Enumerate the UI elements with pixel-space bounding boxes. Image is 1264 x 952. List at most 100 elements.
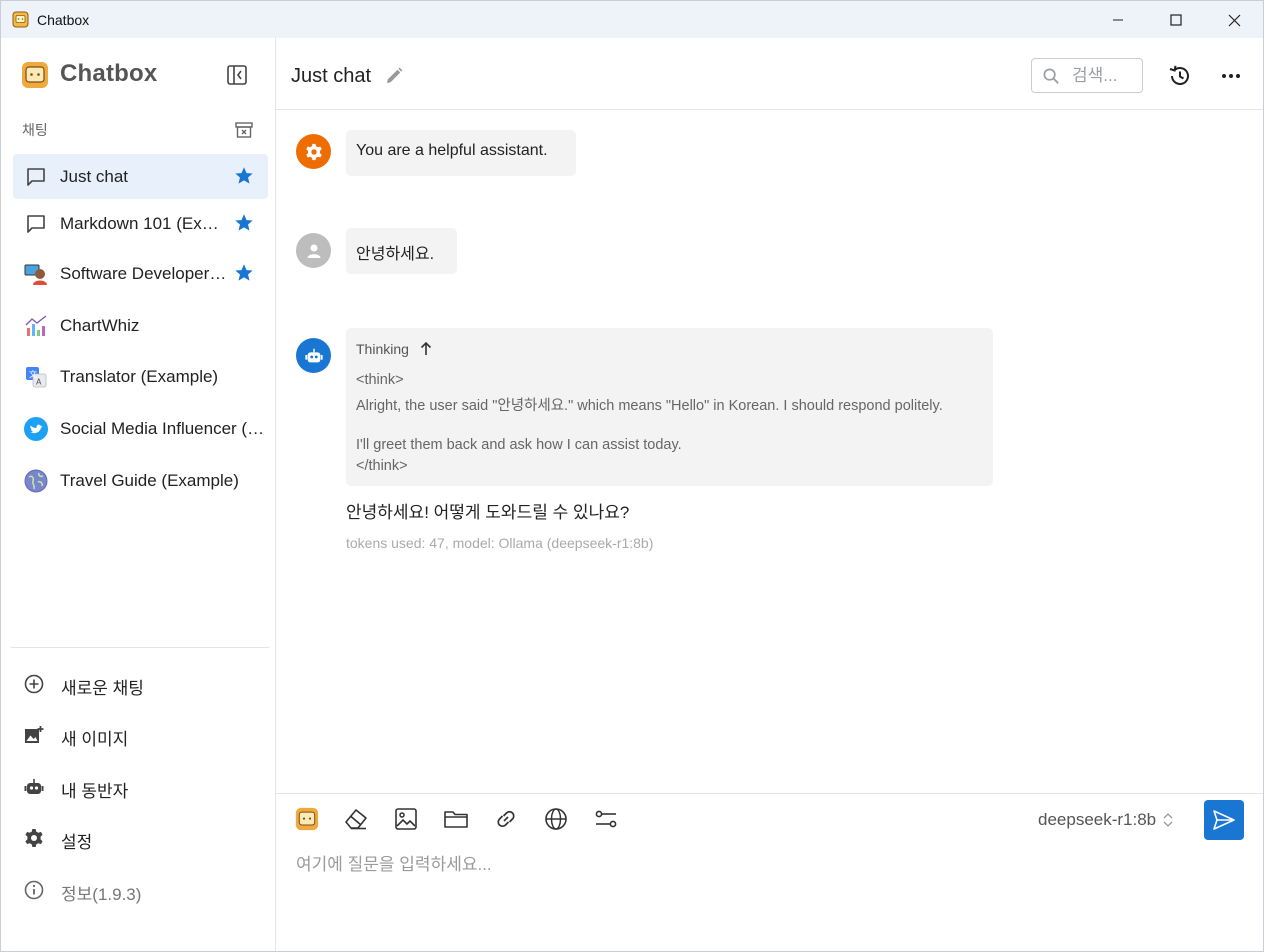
- composer: deepseek-r1:8b: [276, 793, 1263, 951]
- my-copilots-button[interactable]: 내 동반자: [13, 765, 268, 809]
- robot-icon: [24, 779, 44, 794]
- star-icon[interactable]: [233, 262, 255, 284]
- archive-clear-icon: [235, 122, 253, 138]
- gear-icon: [305, 143, 322, 160]
- settings-sliders-icon: [595, 810, 617, 828]
- chat-bubble-icon: [23, 211, 49, 237]
- add-image-icon: [25, 726, 44, 743]
- chatbox-icon: [295, 807, 319, 831]
- minimize-button[interactable]: [1089, 1, 1147, 39]
- maximize-button[interactable]: [1147, 1, 1205, 39]
- folder-icon: [444, 811, 468, 828]
- unfold-icon[interactable]: [1162, 810, 1174, 830]
- arrow-up-icon[interactable]: [418, 340, 434, 358]
- person-icon: [307, 244, 320, 258]
- link-icon: [497, 810, 515, 828]
- search-input[interactable]: [1072, 63, 1138, 88]
- sidebar-item-travel-guide[interactable]: Travel Guide (Example): [13, 458, 268, 503]
- sidebar-item-label: ChartWhiz: [60, 316, 140, 335]
- globe-avatar-icon: [23, 468, 49, 494]
- menu-label: 정보(1.9.3): [61, 885, 142, 904]
- chats-section-label: 채팅: [22, 122, 48, 138]
- clear-context-button[interactable]: [343, 806, 369, 832]
- globe-icon: [545, 808, 567, 830]
- chat-bubble-icon: [23, 164, 49, 190]
- user-message: 안녕하세요.: [346, 228, 457, 274]
- minimize-icon: [1113, 19, 1123, 21]
- maximize-icon: [1170, 14, 1182, 26]
- sidebar-item-just-chat[interactable]: Just chat: [13, 154, 268, 199]
- new-chat-button[interactable]: 새로운 채팅: [13, 662, 268, 706]
- thinking-panel: Thinking <think> Alright, the user said …: [346, 328, 993, 486]
- system-avatar: [296, 134, 331, 169]
- sidebar-item-markdown-101[interactable]: Markdown 101 (Example): [13, 201, 268, 246]
- close-icon: [1228, 14, 1240, 26]
- message-text: 안녕하세요.: [356, 246, 435, 263]
- more-horizontal-icon: [1222, 74, 1240, 78]
- assistant-message-text: 안녕하세요! 어떻게 도와드릴 수 있나요?: [346, 503, 630, 522]
- chatbox-tool-button[interactable]: [294, 806, 320, 832]
- history-icon: [1169, 65, 1189, 85]
- search-icon: [1043, 68, 1059, 84]
- star-icon[interactable]: [233, 212, 255, 234]
- sidebar-item-label: Just chat: [60, 167, 129, 186]
- message-input[interactable]: [296, 850, 1236, 940]
- sidebar-item-software-developer[interactable]: Software Developer (Example): [13, 251, 268, 296]
- chat-title: Just chat: [291, 65, 372, 87]
- chatbox-app-icon: [12, 11, 29, 28]
- chat-settings-button[interactable]: [593, 806, 619, 832]
- eraser-icon: [345, 809, 367, 830]
- image-icon: [395, 808, 417, 830]
- menu-label: 새로운 채팅: [61, 679, 144, 698]
- sidebar-divider: [11, 647, 269, 648]
- model-selector[interactable]: deepseek-r1:8b: [1038, 810, 1156, 830]
- info-icon: [24, 880, 44, 900]
- gear-icon: [25, 829, 43, 847]
- attach-link-button[interactable]: [493, 806, 519, 832]
- web-search-button[interactable]: [543, 806, 569, 832]
- archive-button[interactable]: [233, 119, 255, 141]
- sidebar-item-social-media-influencer[interactable]: Social Media Influencer (Example): [13, 406, 268, 451]
- sidebar-item-label: Software Developer (Example): [60, 264, 228, 283]
- history-button[interactable]: [1166, 62, 1194, 90]
- menu-label: 내 동반자: [61, 782, 129, 801]
- chat-header: Just chat: [276, 38, 1263, 110]
- message-text: You are a helpful assistant.: [356, 142, 548, 159]
- settings-button[interactable]: 설정: [13, 816, 268, 860]
- thinking-toggle-label[interactable]: Thinking: [356, 341, 409, 357]
- add-circle-icon: [24, 674, 44, 694]
- thinking-line: <think>: [356, 372, 404, 388]
- developer-avatar-icon: [23, 261, 49, 287]
- search-box[interactable]: [1031, 58, 1143, 93]
- assistant-avatar: [296, 338, 331, 373]
- attach-image-button[interactable]: [393, 806, 419, 832]
- thinking-line: I'll greet them back and ask how I can a…: [356, 437, 682, 453]
- sidebar-item-label: Markdown 101 (Example): [60, 214, 228, 233]
- star-icon[interactable]: [233, 165, 255, 187]
- sidebar-item-label: Travel Guide (Example): [60, 471, 239, 490]
- edit-pencil-icon[interactable]: [384, 66, 404, 86]
- attach-file-button[interactable]: [443, 806, 469, 832]
- menu-label: 설정: [61, 833, 93, 852]
- translate-avatar-icon: 文 A: [23, 364, 49, 390]
- send-button[interactable]: [1204, 800, 1244, 840]
- thinking-line: </think>: [356, 458, 408, 474]
- close-button[interactable]: [1205, 1, 1263, 39]
- new-image-button[interactable]: 새 이미지: [13, 713, 268, 757]
- sidebar-item-translator[interactable]: 文 A Translator (Example): [13, 354, 268, 399]
- menu-label: 새 이미지: [61, 730, 129, 749]
- about-button[interactable]: 정보(1.9.3): [13, 868, 268, 912]
- title-bar: Chatbox: [0, 0, 1264, 38]
- collapse-sidebar-button[interactable]: [225, 63, 249, 87]
- svg-text:A: A: [36, 378, 42, 387]
- sidebar-item-chartwhiz[interactable]: ChartWhiz: [13, 303, 268, 348]
- user-avatar: [296, 233, 331, 268]
- system-message: You are a helpful assistant.: [346, 130, 576, 176]
- brand-logo: [21, 61, 49, 89]
- sidebar-item-label: Social Media Influencer (Example): [60, 419, 266, 438]
- more-options-button[interactable]: [1217, 62, 1245, 90]
- sidebar-item-label: Translator (Example): [60, 367, 219, 386]
- robot-icon: [304, 348, 323, 362]
- chart-avatar-icon: [23, 313, 49, 339]
- window-title: Chatbox: [37, 12, 90, 28]
